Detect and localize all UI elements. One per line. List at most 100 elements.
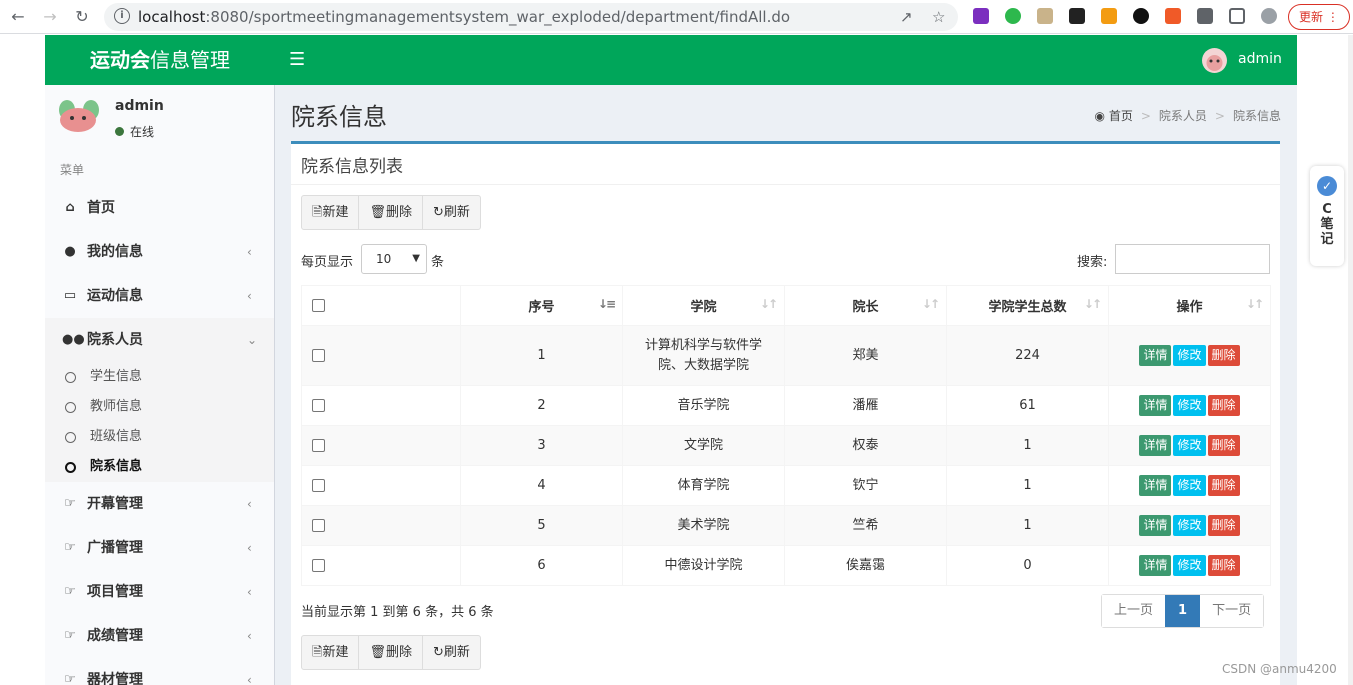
- site-info-icon[interactable]: i: [114, 8, 130, 24]
- row-checkbox[interactable]: [312, 438, 325, 452]
- column-header-dean[interactable]: 院长 ↓↑: [784, 285, 947, 326]
- row-checkbox[interactable]: [312, 478, 325, 492]
- address-bar[interactable]: i localhost:8080/sportmeetingmanagements…: [104, 3, 958, 31]
- row-checkbox[interactable]: [312, 348, 325, 362]
- edit-button[interactable]: 修改: [1173, 345, 1206, 366]
- extension-vip-icon[interactable]: [1101, 8, 1117, 24]
- avatar[interactable]: [1202, 48, 1227, 73]
- table-info: 当前显示第 1 到第 6 条，共 6 条: [301, 605, 494, 620]
- breadcrumb-section[interactable]: 院系人员: [1159, 109, 1207, 123]
- extension-image-icon[interactable]: [1037, 8, 1053, 24]
- back-icon[interactable]: ←: [8, 7, 28, 27]
- edit-button[interactable]: 修改: [1173, 395, 1206, 416]
- sidebar-subitem-departments[interactable]: 院系信息: [45, 452, 274, 482]
- sidebar-item-scores[interactable]: ☞ 成绩管理 ‹: [45, 614, 274, 658]
- detail-button[interactable]: 详情: [1139, 435, 1172, 456]
- box-title: 院系信息列表: [301, 157, 403, 177]
- sidebar-subitem-students[interactable]: 学生信息: [45, 362, 274, 392]
- row-delete-button[interactable]: 删除: [1207, 435, 1240, 456]
- row-delete-button[interactable]: 删除: [1207, 555, 1240, 576]
- column-header-label: 操作: [1176, 300, 1203, 315]
- sidebar-item-broadcast[interactable]: ☞ 广播管理 ‹: [45, 526, 274, 570]
- column-header-no[interactable]: 序号 ↓≡: [460, 285, 623, 326]
- sidebar-item-department-staff[interactable]: ●● 院系人员 ⌄: [45, 318, 274, 362]
- sidebar-item-label: 院系人员: [87, 332, 143, 348]
- forward-icon[interactable]: →: [40, 7, 60, 27]
- detail-button[interactable]: 详情: [1139, 515, 1172, 536]
- row-delete-button[interactable]: 删除: [1207, 515, 1240, 536]
- cell-total: 61: [946, 385, 1109, 426]
- new-button[interactable]: 🗎新建: [302, 636, 360, 669]
- extension-c-icon[interactable]: [1165, 8, 1181, 24]
- circle-icon: [65, 372, 76, 383]
- trash-icon: 🗑: [369, 205, 386, 220]
- edit-button[interactable]: 修改: [1173, 515, 1206, 536]
- page-1-button[interactable]: 1: [1165, 595, 1201, 627]
- prev-page-button[interactable]: 上一页: [1102, 595, 1166, 627]
- detail-button[interactable]: 详情: [1139, 345, 1172, 366]
- next-page-button[interactable]: 下一页: [1200, 595, 1264, 627]
- reload-icon[interactable]: ↻: [72, 7, 92, 27]
- cell-actions: 详情 修改 删除: [1108, 505, 1271, 546]
- new-button[interactable]: 🗎新建: [302, 196, 360, 229]
- cell-college: 体育学院: [622, 465, 785, 506]
- refresh-button[interactable]: ↻刷新: [423, 636, 480, 669]
- page-length-value: 10: [376, 252, 392, 266]
- table-header-row: 序号 ↓≡ 学院 ↓↑ 院长 ↓↑ 学院学生总数 ↓↑ 操作 ↓↑: [301, 285, 1271, 326]
- extension-rp-icon[interactable]: [973, 8, 989, 24]
- row-checkbox[interactable]: [312, 558, 325, 572]
- update-label: 更新: [1299, 10, 1324, 24]
- row-select-cell: [301, 465, 461, 506]
- header-username[interactable]: admin: [1238, 51, 1282, 67]
- file-icon: 🗎: [312, 645, 323, 660]
- extension-chat-icon[interactable]: [1005, 8, 1021, 24]
- share-icon[interactable]: ↗: [900, 8, 913, 26]
- delete-button[interactable]: 🗑删除: [359, 196, 423, 229]
- refresh-label: 刷新: [443, 645, 470, 660]
- update-button[interactable]: 更新 ⋮: [1288, 4, 1350, 30]
- search-input[interactable]: [1115, 244, 1270, 274]
- main-content: 院系信息 ◉ 首页 > 院系人员 > 院系信息 院系信息列表 🗎新建 🗑删除 ↻刷新 每…: [276, 85, 1297, 685]
- sidebar-item-my-info[interactable]: ● 我的信息 ‹: [45, 230, 274, 274]
- top-navbar: 运动会信息管理 ☰ admin: [45, 35, 1297, 85]
- side-panel-icon[interactable]: [1229, 8, 1245, 24]
- sidebar-item-home[interactable]: ⌂ 首页: [45, 186, 274, 230]
- row-checkbox[interactable]: [312, 518, 325, 532]
- detail-button[interactable]: 详情: [1139, 395, 1172, 416]
- note-widget[interactable]: ✓ C 笔 记: [1310, 166, 1344, 266]
- sidebar-subitem-teachers[interactable]: 教师信息: [45, 392, 274, 422]
- app-logo[interactable]: 运动会信息管理: [45, 35, 275, 85]
- row-delete-button[interactable]: 删除: [1207, 345, 1240, 366]
- detail-button[interactable]: 详情: [1139, 475, 1172, 496]
- edit-button[interactable]: 修改: [1173, 475, 1206, 496]
- sidebar-item-opening[interactable]: ☞ 开幕管理 ‹: [45, 482, 274, 526]
- sidebar-subitem-classes[interactable]: 班级信息: [45, 422, 274, 452]
- breadcrumb-home[interactable]: 首页: [1109, 109, 1133, 123]
- trash-icon: 🗑: [369, 645, 386, 660]
- sidebar-item-events[interactable]: ☞ 项目管理 ‹: [45, 570, 274, 614]
- sidebar-item-equipment[interactable]: ☞ 器材管理 ‹: [45, 658, 274, 685]
- select-all-checkbox[interactable]: [312, 299, 325, 312]
- extension-infinity-icon[interactable]: [1133, 8, 1149, 24]
- row-delete-button[interactable]: 删除: [1207, 475, 1240, 496]
- edit-button[interactable]: 修改: [1173, 435, 1206, 456]
- page-length-select[interactable]: 10 ▼: [361, 244, 427, 274]
- profile-avatar-icon[interactable]: [1261, 8, 1277, 24]
- row-checkbox[interactable]: [312, 398, 325, 412]
- refresh-button[interactable]: ↻刷新: [423, 196, 480, 229]
- column-header-college[interactable]: 学院 ↓↑: [622, 285, 785, 326]
- page-length-label: 每页显示: [301, 255, 354, 270]
- scrollbar[interactable]: [1348, 35, 1353, 685]
- menu-toggle-icon[interactable]: ☰: [289, 49, 305, 70]
- delete-button[interactable]: 🗑删除: [359, 636, 423, 669]
- edit-button[interactable]: 修改: [1173, 555, 1206, 576]
- extension-dark-icon[interactable]: [1069, 8, 1085, 24]
- extensions-puzzle-icon[interactable]: [1197, 8, 1213, 24]
- column-header-actions[interactable]: 操作 ↓↑: [1108, 285, 1271, 326]
- detail-button[interactable]: 详情: [1139, 555, 1172, 576]
- cell-dean: 钦宁: [784, 465, 947, 506]
- sidebar-item-sport-info[interactable]: ▭ 运动信息 ‹: [45, 274, 274, 318]
- column-header-total[interactable]: 学院学生总数 ↓↑: [946, 285, 1109, 326]
- row-delete-button[interactable]: 删除: [1207, 395, 1240, 416]
- bookmark-star-icon[interactable]: ☆: [932, 8, 945, 26]
